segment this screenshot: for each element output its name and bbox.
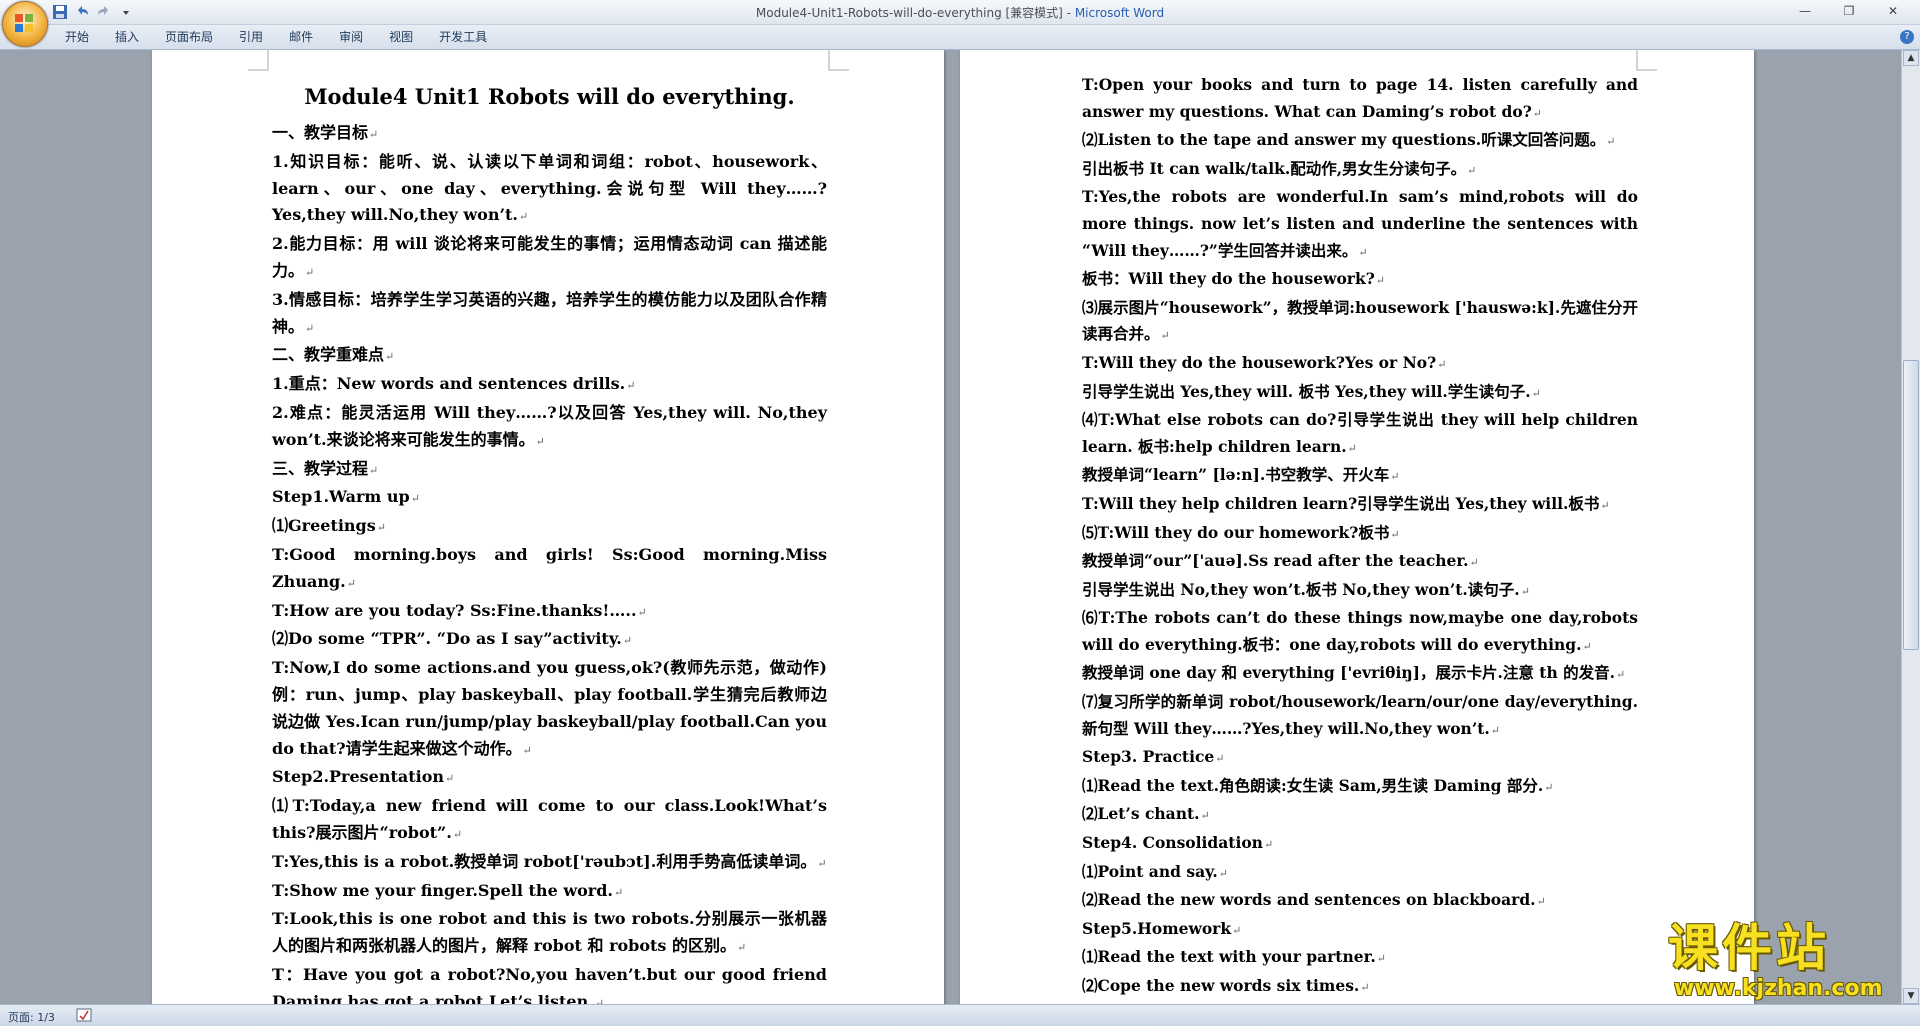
document-paragraph: ⑴T:Today,a new friend will come to our c…	[272, 793, 827, 849]
page-1-content: Module4 Unit1 Robots will do everything.…	[272, 68, 827, 1004]
restore-button[interactable]: ❐	[1828, 2, 1870, 20]
tab-developer[interactable]: 开发工具	[426, 29, 500, 45]
scrollbar-thumb[interactable]	[1903, 360, 1919, 650]
status-bar: 页面: 1/3	[0, 1004, 1920, 1026]
document-paragraph: 二、教学重难点	[272, 342, 827, 371]
document-paragraph: 引出板书 It can walk/talk.配动作,男女生分读句子。	[1082, 156, 1638, 185]
tab-references[interactable]: 引用	[226, 29, 276, 45]
margin-corner-mark	[1636, 50, 1657, 71]
document-paragraph: Step3. Practice	[1082, 744, 1638, 773]
document-paragraph: 2.难点：能灵活运用 Will they……?以及回答 Yes,they wil…	[272, 400, 827, 456]
document-paragraph: ⑶展示图片“housework”，教授单词:housework ['hauswə…	[1082, 295, 1638, 350]
document-paragraph: ⑸T:Will they do our homework?板书	[1082, 520, 1638, 549]
page-2-content: T:Open your books and turn to page 14. l…	[1082, 72, 1638, 1004]
document-paragraph: 3.情感目标：培养学生学习英语的兴趣，培养学生的模仿能力以及团队合作精神。	[272, 287, 827, 343]
minimize-button[interactable]: —	[1784, 2, 1826, 20]
document-paragraph: T:Will they do the housework?Yes or No?	[1082, 350, 1638, 379]
scroll-down-button[interactable]: ▼	[1903, 988, 1919, 1004]
title-bar: Module4-Unit1-Robots-will-do-everything …	[0, 0, 1920, 25]
document-paragraph: ⑴Read the text.角色朗读:女生读 Sam,男生读 Daming 部…	[1082, 773, 1638, 802]
document-paragraph: ⑵Cope the new words six times.	[1082, 973, 1638, 1002]
page-indicator[interactable]: 页面: 1/3	[8, 1009, 55, 1025]
document-paragraph: T:Show me your finger.Spell the word.	[272, 878, 827, 907]
tab-page-layout[interactable]: 页面布局	[152, 29, 226, 45]
document-paragraph: 引导学生说出 No,they won’t.板书 No,they won’t.读句…	[1082, 577, 1638, 606]
ribbon-tabs: 开始 插入 页面布局 引用 邮件 审阅 视图 开发工具	[52, 29, 500, 45]
document-paragraph: 1.知识目标：能听、说、认读以下单词和词组：robot、housework、le…	[272, 149, 827, 231]
window-title: Module4-Unit1-Robots-will-do-everything …	[0, 4, 1920, 21]
office-logo-icon	[15, 14, 33, 32]
scroll-up-button[interactable]: ▲	[1903, 50, 1919, 66]
document-paragraph: T:Look,this is one robot and this is two…	[272, 906, 827, 962]
tab-mailings[interactable]: 邮件	[276, 29, 326, 45]
document-paragraph: ⑷T:What else robots can do?引导学生说出 they w…	[1082, 407, 1638, 462]
document-paragraph: 教授单词“our”['auə].Ss read after the teache…	[1082, 548, 1638, 577]
window-controls: — ❐ ✕	[1784, 2, 1914, 20]
document-paragraph: T:Yes,the robots are wonderful.In sam’s …	[1082, 184, 1638, 266]
document-page-2[interactable]: T:Open your books and turn to page 14. l…	[960, 50, 1754, 1004]
document-workspace: Module4 Unit1 Robots will do everything.…	[0, 50, 1902, 1004]
document-paragraph: Step5.Homework	[1082, 916, 1638, 945]
help-icon[interactable]: ?	[1900, 30, 1914, 44]
tab-home[interactable]: 开始	[52, 29, 102, 45]
app-name-text: Microsoft Word	[1074, 6, 1165, 20]
ribbon-bar: 开始 插入 页面布局 引用 邮件 审阅 视图 开发工具 ?	[0, 25, 1920, 50]
site-watermark: 课件站 www.kjzhan.com	[1668, 920, 1900, 1004]
margin-corner-mark	[828, 50, 849, 71]
document-paragraph: 教授单词“learn” [lə:n].书空教学、开火车	[1082, 462, 1638, 491]
document-paragraph: 1.重点：New words and sentences drills.	[272, 371, 827, 400]
document-paragraph: ⑵Do some “TPR”. “Do as I say”activity.	[272, 626, 827, 655]
document-paragraph: T:Yes,this is a robot.教授单词 robot['rəubɔt…	[272, 849, 827, 878]
document-paragraph: 板书：Will they do the housework?	[1082, 266, 1638, 295]
close-button[interactable]: ✕	[1872, 2, 1914, 20]
tab-view[interactable]: 视图	[376, 29, 426, 45]
document-paragraph: ⑵Listen to the tape and answer my questi…	[1082, 127, 1638, 156]
document-title-text: Module4-Unit1-Robots-will-do-everything …	[755, 6, 1075, 20]
document-paragraph: 一、教学目标	[272, 120, 827, 149]
document-paragraph: 三、教学过程	[272, 456, 827, 485]
document-paragraph: 2.能力目标：用 will 谈论将来可能发生的事情；运用情态动词 can 描述能…	[272, 231, 827, 287]
document-paragraph: Step2.Presentation	[272, 764, 827, 793]
document-paragraph: ⑴Point and say.	[1082, 859, 1638, 888]
watermark-url: www.kjzhan.com	[1674, 976, 1883, 1001]
tab-review[interactable]: 审阅	[326, 29, 376, 45]
document-paragraph: Step4. Consolidation	[1082, 830, 1638, 859]
document-paragraph: ⑹T:The robots can’t do these things now,…	[1082, 605, 1638, 660]
document-paragraph: 引导学生说出 Yes,they will. 板书 Yes,they will.学…	[1082, 379, 1638, 408]
document-paragraph: ⑵Read the new words and sentences on bla…	[1082, 887, 1638, 916]
margin-corner-mark	[248, 50, 269, 71]
vertical-scrollbar[interactable]: ▲ ▼	[1901, 50, 1920, 1004]
page-1-paragraphs: 一、教学目标1.知识目标：能听、说、认读以下单词和词组：robot、housew…	[272, 120, 827, 1004]
document-paragraph: ⑴Greetings	[272, 513, 827, 542]
document-heading: Module4 Unit1 Robots will do everything.	[304, 84, 795, 109]
document-paragraph: ⑺复习所学的新单词 robot/housework/learn/our/one …	[1082, 689, 1638, 744]
document-paragraph: T:Will they help children learn?引导学生说出 Y…	[1082, 491, 1638, 520]
document-paragraph: T:Good morning.boys and girls! Ss:Good m…	[272, 542, 827, 598]
document-paragraph: T：Have you got a robot?No,you haven’t.bu…	[272, 962, 827, 1004]
page-2-paragraphs: T:Open your books and turn to page 14. l…	[1082, 72, 1638, 1002]
proofing-icon[interactable]	[76, 1008, 92, 1022]
document-page-1[interactable]: Module4 Unit1 Robots will do everything.…	[152, 50, 944, 1004]
watermark-chinese-text: 课件站	[1668, 919, 1830, 977]
document-paragraph: ⑵Let’s chant.	[1082, 801, 1638, 830]
document-paragraph: T:Open your books and turn to page 14. l…	[1082, 72, 1638, 127]
document-paragraph: T:Now,I do some actions.and you guess,ok…	[272, 655, 827, 764]
document-paragraph: ⑴Read the text with your partner.	[1082, 944, 1638, 973]
tab-insert[interactable]: 插入	[102, 29, 152, 45]
document-paragraph: T:How are you today? Ss:Fine.thanks!…..	[272, 598, 827, 627]
document-paragraph: 教授单词 one day 和 everything ['evriθiŋ]，展示卡…	[1082, 660, 1638, 689]
document-paragraph: Step1.Warm up	[272, 484, 827, 513]
office-button[interactable]	[2, 1, 48, 47]
